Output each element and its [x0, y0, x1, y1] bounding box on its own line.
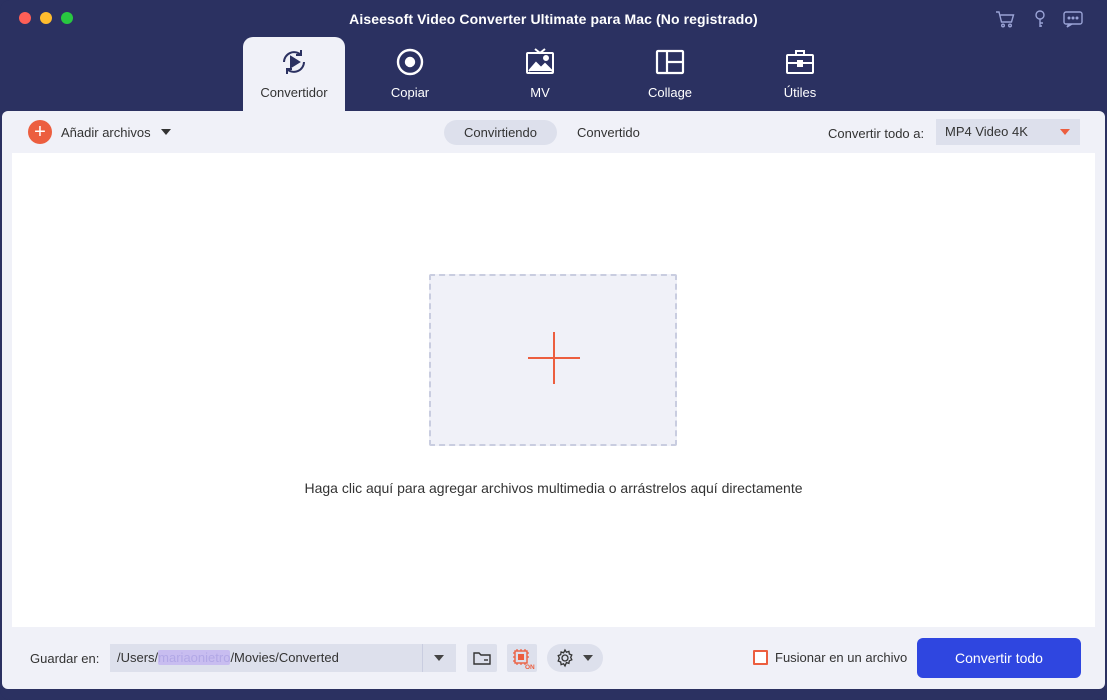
tab-label: Útiles [783, 85, 817, 100]
add-files-label: Añadir archivos [61, 124, 151, 140]
output-format-value: MP4 Video 4K [945, 124, 1028, 139]
save-to-label: Guardar en: [30, 651, 100, 666]
settings-button[interactable] [547, 644, 603, 672]
tab-collage[interactable]: Collage [605, 37, 735, 111]
status-segmented-control: Convirtiendo Convertido [444, 120, 660, 145]
converter-toolbar: + Añadir archivos Convirtiendo Convertid… [2, 111, 1105, 153]
chat-icon[interactable] [1062, 9, 1084, 29]
add-media-dropzone[interactable] [429, 274, 677, 446]
converter-panel: + Añadir archivos Convirtiendo Convertid… [2, 111, 1105, 689]
file-list-area: Haga clic aquí para agregar archivos mul… [12, 153, 1095, 627]
hw-on-badge: ON [525, 664, 535, 671]
path-suffix: /Movies/Converted [230, 650, 339, 665]
title-bar: Aiseesoft Video Converter Ultimate para … [0, 0, 1107, 38]
chevron-down-icon[interactable] [160, 129, 171, 135]
path-dropdown-button[interactable] [422, 644, 456, 672]
output-format-select[interactable]: MP4 Video 4K [936, 119, 1080, 145]
app-window: Aiseesoft Video Converter Ultimate para … [0, 0, 1107, 700]
open-folder-button[interactable] [467, 644, 497, 672]
tab-label: MV [530, 85, 550, 100]
cart-icon[interactable] [994, 9, 1016, 29]
tab-utiles[interactable]: Útiles [735, 37, 865, 111]
dropzone-hint: Haga clic aquí para agregar archivos mul… [304, 480, 803, 496]
hardware-acceleration-button[interactable]: ON [507, 644, 537, 672]
key-icon[interactable] [1029, 9, 1051, 29]
tab-copiar[interactable]: Copiar [345, 37, 475, 111]
cpu-icon: ON [513, 649, 535, 671]
path-prefix: /Users/ [117, 650, 159, 665]
output-path-field[interactable]: /Users/mariaonietro/Movies/Converted [110, 644, 456, 672]
chevron-down-icon [583, 655, 593, 661]
chevron-down-icon [434, 655, 444, 661]
convert-icon [278, 46, 310, 78]
gear-icon [557, 648, 573, 668]
disc-icon [394, 46, 426, 78]
chevron-down-icon [1060, 129, 1070, 135]
add-icon: + [28, 120, 52, 144]
tab-mv[interactable]: MV [475, 37, 605, 111]
plus-icon [528, 332, 580, 384]
convert-all-button[interactable]: Convertir todo [917, 638, 1081, 678]
tab-label: Collage [647, 85, 693, 100]
collage-icon [654, 46, 686, 78]
tab-convirtiendo[interactable]: Convirtiendo [444, 120, 557, 145]
add-files-button[interactable]: + Añadir archivos [28, 120, 171, 144]
merge-label: Fusionar en un archivo [775, 650, 908, 665]
mv-icon [524, 46, 556, 78]
window-title: Aiseesoft Video Converter Ultimate para … [349, 11, 758, 27]
path-username-redacted: mariaonietro [158, 650, 231, 665]
bottom-bar: Guardar en: /Users/mariaonietro/Movies/C… [2, 627, 1105, 689]
tab-label: Copiar [390, 85, 430, 100]
tab-label: Convertidor [260, 85, 328, 100]
tab-convertidor[interactable]: Convertidor [243, 37, 345, 111]
folder-icon [473, 652, 491, 665]
toolbox-icon [784, 46, 816, 78]
merge-into-one-file-checkbox[interactable]: Fusionar en un archivo [753, 650, 907, 665]
main-tabs: Convertidor Copiar MV Collage Útiles [243, 37, 865, 111]
convert-all-to-label: Convertir todo a: [828, 126, 925, 141]
checkbox-box[interactable] [753, 650, 768, 665]
tab-convertido[interactable]: Convertido [557, 120, 660, 145]
